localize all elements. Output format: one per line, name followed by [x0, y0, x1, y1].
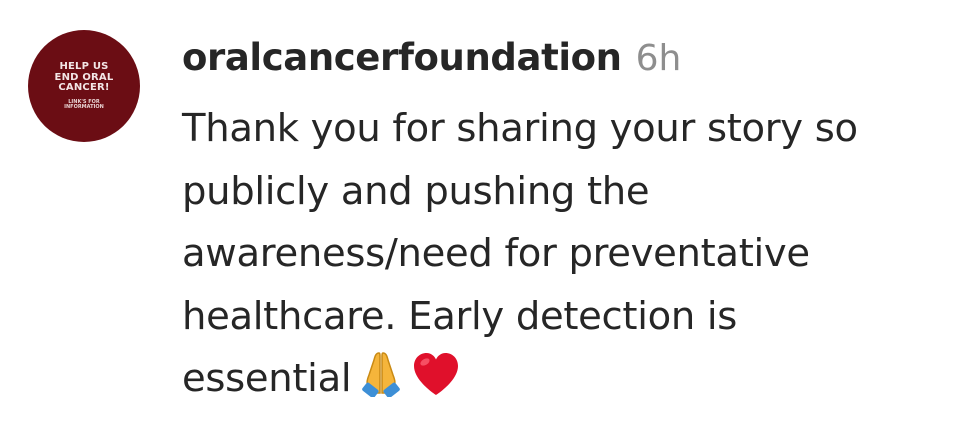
comment: HELP US END ORAL CANCER! LINK'S FOR INFO…	[0, 0, 980, 438]
timestamp[interactable]: 6h	[636, 38, 682, 79]
avatar-text-line: HELP US	[59, 61, 109, 72]
folded-hands-icon	[357, 349, 405, 417]
comment-content: oralcancerfoundation 6h Thank you for sh…	[182, 36, 962, 417]
comment-text-line: healthcare. Early detection is	[182, 293, 738, 339]
username-link[interactable]: oralcancerfoundation	[182, 36, 622, 79]
avatar-text-line: CANCER!	[58, 82, 110, 93]
red-heart-icon	[411, 351, 461, 417]
comment-text-line-last: essential	[182, 348, 972, 417]
avatar[interactable]: HELP US END ORAL CANCER! LINK'S FOR INFO…	[28, 30, 140, 142]
comment-text-line: publicly and pushing the	[182, 168, 650, 214]
comment-text-line: Thank you for sharing your story so	[182, 106, 858, 151]
comment-header: oralcancerfoundation 6h	[182, 36, 962, 98]
comment-text-line: essential	[182, 356, 352, 401]
comment-text: Thank you for sharing your story so publ…	[182, 98, 972, 417]
comment-text-line: awareness/need for preventative	[182, 231, 810, 276]
avatar-text-line: INFORMATION	[64, 103, 104, 110]
